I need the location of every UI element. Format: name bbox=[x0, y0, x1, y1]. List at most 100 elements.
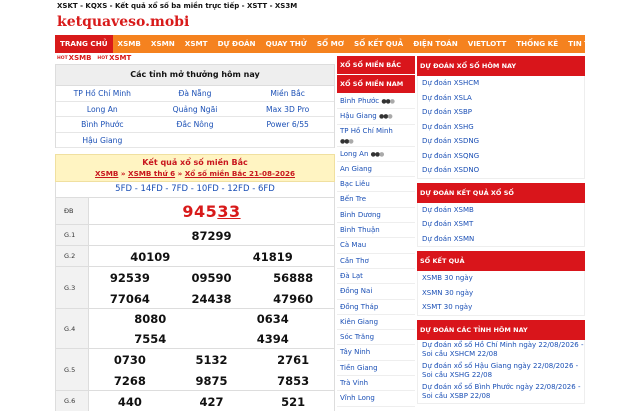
prize-number: 24438 bbox=[191, 291, 232, 306]
sidebar-item-binh-phuoc[interactable]: Bình Phước ●●● bbox=[337, 94, 415, 110]
top-strip: XSKT - KQXS - Kết quả xổ số ba miền trực… bbox=[0, 0, 640, 11]
mien-nam-header[interactable]: XỔ SỐ MIỀN NAM bbox=[337, 75, 415, 94]
prize-number: 41819 bbox=[252, 249, 293, 264]
sidebar-item-province[interactable]: Trà Vinh bbox=[337, 376, 415, 392]
province-link[interactable]: TP Hồ Chí Minh bbox=[56, 86, 149, 101]
sidebar-item-province[interactable]: Cà Mau bbox=[337, 238, 415, 254]
province-link[interactable]: Đà Nẵng bbox=[149, 86, 242, 101]
nav-du-doan[interactable]: DỰ ĐOÁN bbox=[213, 35, 261, 53]
prize-row-g6: G.6 440 427 521 bbox=[55, 390, 335, 411]
live-dots-icon: ●●● bbox=[370, 150, 385, 158]
live-dots: ●● bbox=[370, 150, 381, 158]
province-row: Long An Quảng Ngãi Max 3D Pro bbox=[56, 102, 334, 117]
main-content: Các tỉnh mở thưởng hôm nay TP Hồ Chí Min… bbox=[55, 64, 335, 411]
prize-number: 47960 bbox=[273, 291, 314, 306]
nav-xsmt[interactable]: XSMT bbox=[180, 35, 213, 53]
sidebar-item-province[interactable]: Tây Ninh bbox=[337, 345, 415, 361]
sidebar-item-province[interactable]: Tiền Giang bbox=[337, 361, 415, 377]
prize-number: 0730 bbox=[113, 352, 146, 367]
section-header-so-ket-qua: SỔ KẾT QUẢ bbox=[417, 251, 585, 271]
prize-number: 92539 bbox=[109, 270, 150, 285]
sidebar-item-province[interactable]: Đồng Tháp bbox=[337, 300, 415, 315]
predict-link[interactable]: Dự đoán XSMT bbox=[418, 217, 584, 232]
nav-xsmn[interactable]: XSMN bbox=[146, 35, 180, 53]
nav-tin-tuc[interactable]: TIN TỨC bbox=[563, 35, 605, 53]
results-30-days-link[interactable]: XSMT 30 ngày bbox=[418, 300, 584, 315]
special-prize-number: 945 33 bbox=[89, 198, 334, 225]
sidebar-item-province[interactable]: Cần Thơ bbox=[337, 254, 415, 269]
sidebar-item-tp-hcm[interactable]: TP Hồ Chí Minh ●●● bbox=[337, 125, 415, 147]
nav-quay-thu[interactable]: QUAY THỬ bbox=[261, 35, 312, 53]
prize-row-g3: G.3 92539 09590 56888 77064 24438 47960 bbox=[55, 266, 335, 308]
prize-row-g2: G.2 40109 41819 bbox=[55, 245, 335, 266]
predict-link[interactable]: Dự đoán XSBP bbox=[418, 105, 584, 120]
prize-label: G.4 bbox=[56, 309, 89, 348]
prize-row-g1: G.1 87299 bbox=[55, 224, 335, 245]
prize-row-db: ĐB 945 33 bbox=[55, 197, 335, 224]
predict-link[interactable]: Dự đoán XSDNO bbox=[418, 163, 584, 178]
mien-bac-header[interactable]: XỔ SỐ MIỀN BẮC bbox=[337, 56, 415, 75]
sidebar-item-province[interactable]: Vĩnh Long bbox=[337, 391, 415, 407]
quick-link-label: XSMB bbox=[68, 54, 92, 62]
predict-link[interactable]: Dự đoán XSHG bbox=[418, 120, 584, 135]
sidebar-item-province[interactable]: An Giang bbox=[337, 162, 415, 178]
predict-provinces-list: Dự đoán xổ số Hồ Chí Minh ngày 22/08/202… bbox=[417, 339, 585, 404]
predict-link[interactable]: Dự đoán XSMB bbox=[418, 203, 584, 218]
results-30-days-link[interactable]: XSMB 30 ngày bbox=[418, 271, 584, 286]
prize-label: G.6 bbox=[56, 391, 89, 411]
predict-article-link[interactable]: Dự đoán xổ số Hậu Giang ngày 22/08/2026 … bbox=[418, 361, 584, 382]
nav-so-ket-qua[interactable]: SỐ KẾT QUẢ bbox=[349, 35, 408, 53]
predict-link[interactable]: Dự đoán XSDNG bbox=[418, 134, 584, 149]
nav-thong-ke[interactable]: THỐNG KÊ bbox=[511, 35, 563, 53]
province-empty bbox=[241, 133, 334, 148]
breadcrumb-xsmb[interactable]: XSMB bbox=[95, 169, 118, 178]
sidebar-item-province[interactable]: Đồng Nai bbox=[337, 284, 415, 300]
predict-article-link[interactable]: Dự đoán xổ số Bình Phước ngày 22/08/2026… bbox=[418, 382, 584, 403]
sidebar-item-province[interactable]: Bến Tre bbox=[337, 192, 415, 208]
quick-link-label: XSMT bbox=[109, 54, 132, 62]
predict-link[interactable]: Dự đoán XSMN bbox=[418, 232, 584, 247]
site-logo[interactable]: ketquaveso.mobi bbox=[0, 11, 640, 34]
province-link[interactable]: Power 6/55 bbox=[241, 117, 334, 132]
quick-link-xsmb[interactable]: HOTXSMB bbox=[57, 54, 91, 62]
prize-number: 7268 bbox=[113, 373, 146, 388]
sidebar-item-province[interactable]: Kiên Giang bbox=[337, 315, 415, 331]
nav-so-mo[interactable]: SỔ MƠ bbox=[312, 35, 349, 53]
main-nav: TRANG CHỦ XSMB XSMN XSMT DỰ ĐOÁN QUAY TH… bbox=[55, 35, 600, 53]
nav-vietlott[interactable]: VIETLOTT bbox=[463, 35, 511, 53]
sidebar-item-hau-giang[interactable]: Hậu Giang ●●● bbox=[337, 109, 415, 125]
province-link[interactable]: Long An bbox=[56, 102, 149, 117]
prize-label: G.2 bbox=[56, 246, 89, 266]
province-link[interactable]: Miền Bắc bbox=[241, 86, 334, 101]
breadcrumb-xsmb-thu6[interactable]: XSMB thứ 6 bbox=[128, 169, 175, 178]
prize-number: 2761 bbox=[277, 352, 310, 367]
sidebar-item-province[interactable]: Bạc Liêu bbox=[337, 177, 415, 193]
results-30-days-link[interactable]: XSMN 30 ngày bbox=[418, 286, 584, 301]
sidebar-item-long-an[interactable]: Long An ●●● bbox=[337, 147, 415, 162]
sidebar-item-province[interactable]: Đà Lạt bbox=[337, 269, 415, 285]
predict-link[interactable]: Dự đoán XSQNG bbox=[418, 149, 584, 164]
nav-home[interactable]: TRANG CHỦ bbox=[55, 35, 113, 53]
breadcrumb: XSMB » XSMB thứ 6 » Xổ số miền Bắc 21-08… bbox=[56, 169, 334, 178]
province-link[interactable]: Hậu Giang bbox=[56, 133, 149, 148]
sidebar-item-province[interactable]: Bình Dương bbox=[337, 208, 415, 224]
nav-dien-toan[interactable]: ĐIỆN TOÁN bbox=[408, 35, 463, 53]
nav-xsmb[interactable]: XSMB bbox=[113, 35, 146, 53]
province-link[interactable]: Bình Phước bbox=[56, 117, 149, 132]
province-link[interactable]: Quảng Ngãi bbox=[149, 102, 242, 117]
quick-link-xsmt[interactable]: HOTXSMT bbox=[97, 54, 131, 62]
sidebar-item-province[interactable]: Sóc Trăng bbox=[337, 330, 415, 346]
right-sidebar: DỰ ĐOÁN XỔ SỐ HÔM NAY Dự đoán XSHCM Dự đ… bbox=[417, 56, 585, 404]
predict-today-list: Dự đoán XSHCM Dự đoán XSLA Dự đoán XSBP … bbox=[417, 76, 585, 179]
prize-number: 7554 bbox=[134, 332, 167, 346]
province-link[interactable]: Đắc Nông bbox=[149, 117, 242, 132]
sidebar-item-label: TP Hồ Chí Minh bbox=[340, 126, 393, 135]
predict-link[interactable]: Dự đoán XSLA bbox=[418, 91, 584, 106]
predict-article-link[interactable]: Dự đoán xổ số Hồ Chí Minh ngày 22/08/202… bbox=[418, 340, 584, 361]
province-link[interactable]: Max 3D Pro bbox=[241, 102, 334, 117]
sidebar-item-province[interactable]: Bình Thuận bbox=[337, 223, 415, 239]
breadcrumb-date[interactable]: Xổ số miền Bắc 21-08-2026 bbox=[185, 169, 295, 178]
breadcrumb-sep: » bbox=[120, 169, 126, 178]
predict-link[interactable]: Dự đoán XSHCM bbox=[418, 76, 584, 91]
province-sidebar: XỔ SỐ MIỀN BẮC XỔ SỐ MIỀN NAM Bình Phước… bbox=[337, 56, 415, 407]
